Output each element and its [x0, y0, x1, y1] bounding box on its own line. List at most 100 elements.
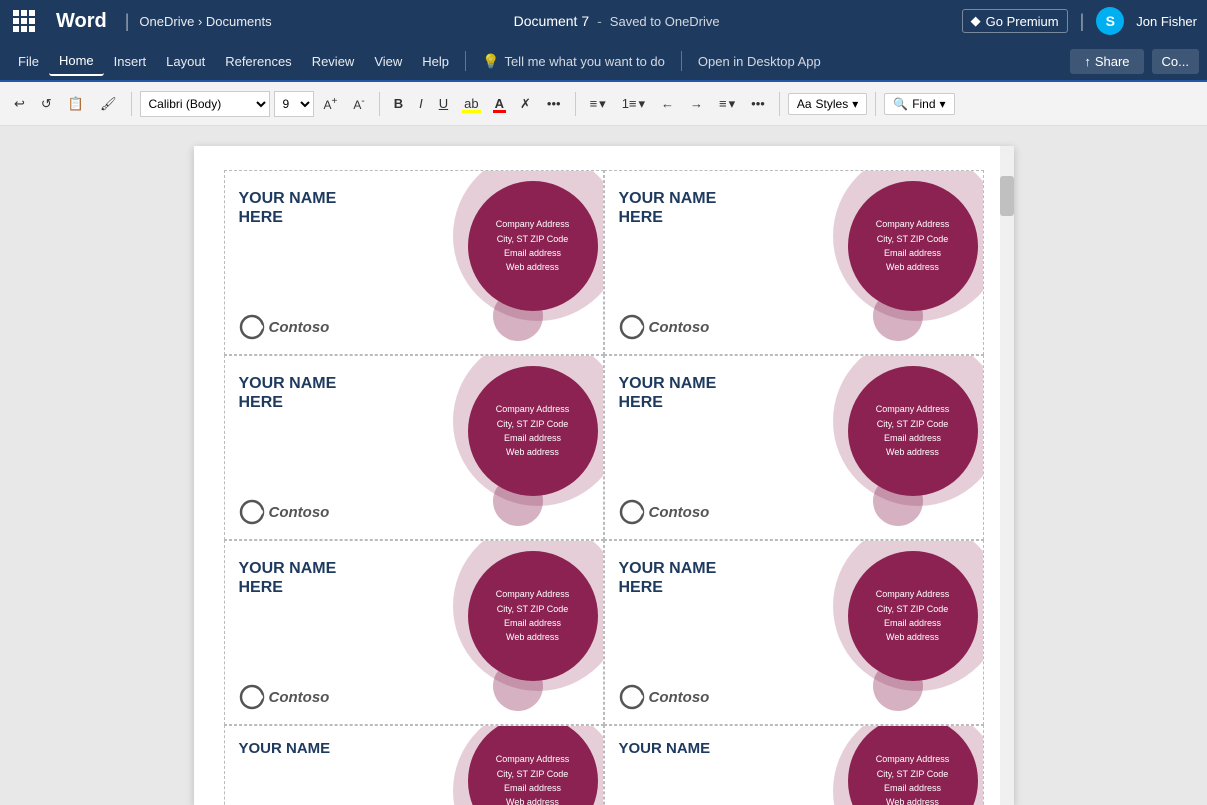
contoso-logo-2: Contoso	[619, 314, 799, 340]
bullets-button[interactable]: ≡▾	[584, 92, 612, 116]
user-name[interactable]: Jon Fisher	[1136, 14, 1197, 29]
clipboard-button[interactable]: 📋	[62, 92, 90, 116]
doc-title: Document 7	[514, 13, 589, 29]
comments-button[interactable]: Co...	[1152, 49, 1199, 74]
business-card-4: YOUR NAMEHERE Contoso Company Ad	[604, 355, 984, 540]
title-center: Document 7 - Saved to OneDrive	[282, 13, 952, 29]
card-address-6: Company Address City, ST ZIP Code Email …	[876, 587, 950, 645]
card-address-1: Company Address City, ST ZIP Code Email …	[496, 217, 570, 275]
outdent-button[interactable]: ←	[655, 92, 680, 115]
contoso-c-icon-4	[619, 499, 645, 525]
card-left-8: YOUR NAME	[605, 726, 813, 805]
scrollbar-thumb[interactable]	[1000, 176, 1014, 216]
card-right-8: Company Address City, ST ZIP Code Email …	[813, 726, 983, 805]
go-premium-button[interactable]: ◆ Go Premium	[962, 9, 1068, 33]
card-right-4: Company Address City, ST ZIP Code Email …	[813, 356, 983, 539]
card-circle-8: Company Address City, ST ZIP Code Email …	[848, 726, 978, 805]
card-left-2: YOUR NAMEHERE Contoso	[605, 171, 813, 354]
diamond-icon: ◆	[971, 13, 981, 29]
card-address-4: Company Address City, ST ZIP Code Email …	[876, 402, 950, 460]
bold-button[interactable]: B	[388, 92, 409, 115]
open-desktop-button[interactable]: Open in Desktop App	[688, 50, 831, 73]
document-area: YOUR NAMEHERE Contoso Company Ad	[0, 126, 1207, 805]
card-left-6: YOUR NAMEHERE Contoso	[605, 541, 813, 724]
skype-icon: S	[1106, 13, 1115, 29]
app-name: Word	[48, 10, 115, 33]
indent-icon: →	[690, 96, 703, 111]
tell-me-text: Tell me what you want to do	[504, 54, 664, 69]
menu-view[interactable]: View	[364, 48, 412, 75]
outdent-icon: ←	[661, 96, 674, 111]
card-circle-3: Company Address City, ST ZIP Code Email …	[468, 366, 598, 496]
tell-me-button[interactable]: 💡 Tell me what you want to do	[472, 49, 675, 74]
title-right: ◆ Go Premium | S Jon Fisher	[962, 7, 1197, 35]
menu-layout[interactable]: Layout	[156, 48, 215, 75]
menu-home[interactable]: Home	[49, 47, 104, 76]
menu-right: ↑ Share Co...	[1070, 49, 1199, 74]
card-left-3: YOUR NAMEHERE Contoso	[225, 356, 433, 539]
card-name-1: YOUR NAMEHERE	[239, 189, 419, 227]
numbering-button[interactable]: 1≡▾	[616, 92, 651, 116]
font-name-select[interactable]: Calibri (Body)	[140, 91, 270, 117]
tb-sep4	[779, 92, 780, 116]
card-circle-6: Company Address City, ST ZIP Code Email …	[848, 551, 978, 681]
decrease-font-button[interactable]: A-	[347, 92, 370, 116]
styles-button[interactable]: Aa Styles▾	[788, 93, 867, 115]
align-icon: ≡	[719, 96, 727, 111]
menu-separator	[465, 51, 466, 71]
card-address-8: Company Address City, ST ZIP Code Email …	[876, 752, 950, 805]
find-button[interactable]: 🔍 Find▾	[884, 93, 954, 115]
title-separator: |	[125, 11, 130, 32]
card-name-6: YOUR NAMEHERE	[619, 559, 799, 597]
format-painter-button[interactable]: 🖌	[94, 92, 123, 116]
menu-review[interactable]: Review	[302, 48, 365, 75]
menu-references[interactable]: References	[215, 48, 301, 75]
redo-button[interactable]: ↺	[35, 92, 58, 116]
align-button[interactable]: ≡▾	[713, 92, 741, 116]
menu-help[interactable]: Help	[412, 48, 459, 75]
more-para-button[interactable]: •••	[745, 92, 771, 115]
font-color-button[interactable]: A	[489, 92, 510, 115]
card-name-7: YOUR NAME	[239, 740, 419, 758]
more-para-icon: •••	[751, 96, 765, 111]
share-label: Share	[1095, 54, 1130, 69]
font-size-select[interactable]: 9	[274, 91, 314, 117]
italic-button[interactable]: I	[413, 92, 429, 115]
title-bar: Word | OneDrive › Documents Document 7 -…	[0, 0, 1207, 42]
underline-button[interactable]: U	[433, 92, 454, 115]
contoso-c-icon-5	[239, 684, 265, 710]
card-circle-2: Company Address City, ST ZIP Code Email …	[848, 181, 978, 311]
highlight-button[interactable]: ab	[458, 92, 484, 115]
increase-font-button[interactable]: A+	[318, 92, 344, 116]
format-painter-icon: 🖌	[100, 96, 117, 112]
undo-button[interactable]: ↩	[8, 92, 31, 116]
clear-format-button[interactable]: ✗	[514, 92, 537, 116]
card-name-2: YOUR NAMEHERE	[619, 189, 799, 227]
waffle-menu-button[interactable]	[10, 7, 38, 35]
business-card-5: YOUR NAMEHERE Contoso Company Ad	[224, 540, 604, 725]
title-dash: -	[597, 13, 602, 29]
scrollbar-track[interactable]	[1000, 146, 1014, 805]
card-address-5: Company Address City, ST ZIP Code Email …	[496, 587, 570, 645]
find-label: Find	[912, 97, 935, 111]
menu-file[interactable]: File	[8, 48, 49, 75]
more-format-button[interactable]: •••	[541, 92, 567, 115]
contoso-logo-3: Contoso	[239, 499, 419, 525]
card-circle-7: Company Address City, ST ZIP Code Email …	[468, 726, 598, 805]
comments-label: Co...	[1162, 54, 1189, 69]
font-color-indicator	[493, 110, 506, 113]
skype-button[interactable]: S	[1096, 7, 1124, 35]
share-button[interactable]: ↑ Share	[1070, 49, 1143, 74]
menu-insert[interactable]: Insert	[104, 48, 157, 75]
redo-icon: ↺	[41, 96, 52, 112]
card-circle-5: Company Address City, ST ZIP Code Email …	[468, 551, 598, 681]
font-color-icon: A	[495, 96, 504, 111]
highlight-icon: ab	[464, 96, 478, 111]
business-card-6: YOUR NAMEHERE Contoso Company Ad	[604, 540, 984, 725]
card-circle-1: Company Address City, ST ZIP Code Email …	[468, 181, 598, 311]
card-right-7: Company Address City, ST ZIP Code Email …	[433, 726, 603, 805]
breadcrumb[interactable]: OneDrive › Documents	[139, 14, 271, 29]
card-left-5: YOUR NAMEHERE Contoso	[225, 541, 433, 724]
indent-button[interactable]: →	[684, 92, 709, 115]
business-cards-grid: YOUR NAMEHERE Contoso Company Ad	[224, 170, 984, 805]
